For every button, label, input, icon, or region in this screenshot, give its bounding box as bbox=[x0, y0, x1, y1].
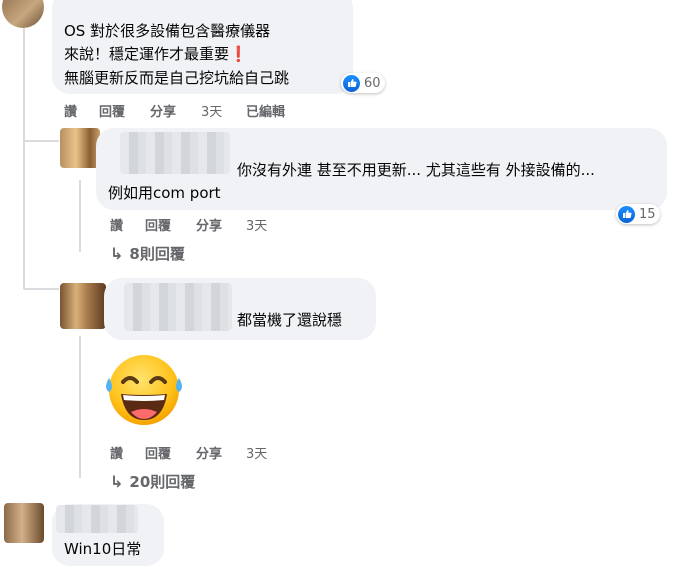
view-replies-link[interactable]: ↳ 8則回覆 bbox=[110, 243, 185, 264]
reply-button[interactable]: 回覆 bbox=[99, 101, 125, 120]
avatar[interactable] bbox=[60, 128, 100, 168]
timestamp[interactable]: 3天 bbox=[201, 101, 222, 120]
comment-text-line: 來說！穩定運作才最重要❗ bbox=[64, 45, 248, 63]
thread-line-sub-2 bbox=[79, 336, 81, 478]
avatar[interactable] bbox=[2, 0, 44, 28]
comment-text-line: 你沒有外連 甚至不用更新... 尤其這些有 外接設備的... bbox=[237, 161, 595, 179]
thread-line-branch-2 bbox=[23, 288, 59, 290]
like-button[interactable]: 讚 bbox=[64, 101, 77, 120]
timestamp[interactable]: 3天 bbox=[246, 215, 267, 234]
reaction-count[interactable]: 15 bbox=[616, 204, 660, 224]
share-button[interactable]: 分享 bbox=[196, 215, 222, 234]
reply-button[interactable]: 回覆 bbox=[145, 215, 171, 234]
comment-text-line: Win10日常 bbox=[64, 540, 142, 558]
blurred-username bbox=[56, 505, 138, 533]
reply-arrow-icon: ↳ bbox=[110, 244, 124, 263]
like-icon bbox=[618, 205, 635, 223]
thread-line-branch-1 bbox=[23, 140, 59, 142]
view-replies-link[interactable]: ↳ 20則回覆 bbox=[110, 471, 195, 492]
comment-text-line: 例如用com port bbox=[108, 184, 221, 202]
timestamp[interactable]: 3天 bbox=[246, 443, 267, 462]
thread-line-main bbox=[23, 28, 25, 288]
comment-text-line: 都當機了還說穩 bbox=[237, 311, 343, 329]
comment-text-line: OS 對於很多設備包含醫療儀器 bbox=[64, 22, 271, 40]
like-button[interactable]: 讚 bbox=[110, 443, 123, 462]
blurred-username bbox=[120, 132, 230, 174]
comment-text-line: 無腦更新反而是自己挖坑給自己跳 bbox=[64, 69, 290, 87]
like-button[interactable]: 讚 bbox=[110, 215, 123, 234]
avatar[interactable] bbox=[4, 503, 44, 543]
share-button[interactable]: 分享 bbox=[196, 443, 222, 462]
reply-button[interactable]: 回覆 bbox=[145, 443, 171, 462]
avatar[interactable] bbox=[60, 283, 106, 329]
blurred-username bbox=[124, 283, 232, 331]
share-button[interactable]: 分享 bbox=[150, 101, 176, 120]
reply-arrow-icon: ↳ bbox=[110, 472, 124, 491]
like-icon bbox=[343, 74, 360, 92]
laughing-tears-emoji bbox=[101, 352, 187, 428]
thread-line-sub-1 bbox=[79, 180, 81, 252]
reaction-count[interactable]: 60 bbox=[341, 73, 385, 93]
edited-label[interactable]: 已編輯 bbox=[246, 101, 285, 120]
